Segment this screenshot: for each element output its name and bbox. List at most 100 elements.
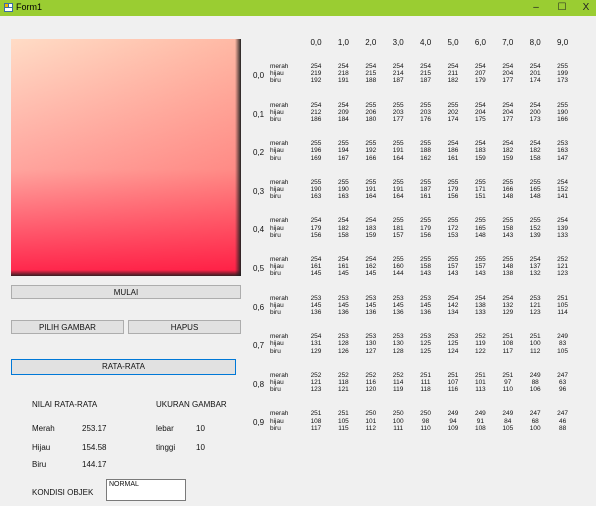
pixel-cell: 254 182 158 [331,217,355,239]
biru-value: 112 [365,424,376,432]
minimize-button[interactable]: – [524,0,548,16]
merah-value: 253 [529,294,541,302]
biru-value: 143 [420,270,432,278]
merah-value: 253 [447,333,459,341]
biru-value: 177 [502,77,514,85]
channel-label: hijau [270,186,284,193]
hijau-value: 98 [421,417,430,425]
pixel-cell: 254 219 192 [304,63,328,85]
hapus-button[interactable]: HAPUS [128,320,241,334]
hijau-value: 181 [392,224,404,232]
pixel-cell: 255 187 161 [414,179,438,201]
biru-value: 156 [447,193,459,201]
biru-value: 129 [502,309,514,316]
merah-value: 255 [557,63,569,70]
merah-value: 254 [310,63,322,70]
merah-value: 253 [337,294,349,302]
channel-label: merah [270,140,289,148]
hijau-value: 63 [558,379,567,386]
biru-value: 120 [365,386,377,394]
biru-value: 117 [502,347,513,355]
biru-value: 133 [557,231,569,239]
merah-value: 254 [529,256,541,263]
hijau-value: 161 [337,263,349,271]
merah-value: 249 [474,410,486,418]
merah-value: 255 [392,256,404,263]
hijau-value: 219 [310,70,322,78]
hijau-value: 194 [337,147,349,155]
hijau-value: 212 [310,108,322,116]
biru-value: 192 [310,77,322,85]
merah-value: 254 [420,63,432,70]
merah-value: 254 [310,101,322,109]
merah-value: 254 [502,63,514,70]
pixel-cell: 249 94 109 [441,410,465,432]
merah-value: 254 [447,294,459,302]
hijau-value: 182 [337,224,349,232]
hijau-value: 161 [310,263,322,271]
biru-value: 164 [392,154,404,162]
pixel-cell: 255 191 164 [386,140,410,162]
biru-value: 115 [338,424,349,432]
hijau-value: 94 [449,417,457,425]
biru-value: 177 [392,116,404,123]
biru-value: 105 [502,424,514,432]
biru-value: 136 [392,309,404,316]
biru-value: 143 [502,231,514,239]
biru-value: 119 [393,386,404,394]
merah-value: 255 [474,256,486,263]
merah-value: 255 [310,178,322,186]
merah-value: 255 [474,217,486,225]
merah-value: 255 [447,217,459,225]
channel-label: hijau [270,301,284,309]
pixel-cell: 254 218 191 [331,63,355,85]
biru-value: 128 [392,347,404,355]
merah-value: 255 [474,178,486,186]
biru-value: 153 [447,231,459,239]
pixel-cell: 251 101 113 [468,372,492,394]
pixel-cell: 253 125 124 [441,333,465,355]
maximize-button[interactable]: ☐ [550,0,574,16]
kondisi-objek-field[interactable]: NORMAL [106,479,186,501]
channel-label: biru [270,116,281,123]
pixel-cell: 255 148 138 [496,256,520,278]
hijau-value: 130 [392,340,404,348]
biru-value: 161 [447,154,459,162]
merah-value: 254 [310,333,322,341]
biru-value: 169 [310,154,322,162]
hijau-value: 131 [310,340,322,348]
biru-value: 105 [557,347,569,355]
hijau-value: 116 [365,379,376,386]
channel-labels: merah hijau biru [270,333,288,355]
column-header: 6,0 [474,38,486,47]
pixel-cell: 255 158 143 [496,217,520,239]
merah-value: 251 [337,410,349,418]
pilih-gambar-button[interactable]: PILIH GAMBAR [11,320,124,334]
pixel-cell: 253 128 126 [331,333,355,355]
close-button[interactable]: X [574,0,596,16]
biru-value: 88 [558,424,567,432]
pixel-cell: 255 190 163 [331,179,355,201]
preview-bottom-edge [11,270,241,276]
rata-rata-button[interactable]: RATA-RATA [11,359,236,375]
channel-label: biru [270,154,281,162]
hijau-value: 145 [392,301,404,309]
hijau-value: 190 [337,186,349,193]
hijau-value: 121 [310,379,322,386]
hijau-value: 191 [392,186,404,193]
biru-value: 138 [502,270,514,278]
merah-value: 254 [392,63,404,70]
hijau-value: 160 [392,263,404,271]
pixel-cell: 247 46 88 [551,410,575,432]
column-header: 1,0 [337,38,349,47]
mulai-button[interactable]: MULAI [11,285,241,299]
pixel-cell: 251 97 110 [496,372,520,394]
pixel-cell: 254 204 177 [496,102,520,124]
pixel-cell: 253 130 128 [386,333,410,355]
biru-value: 133 [474,309,486,316]
biru-value: 164 [392,193,404,201]
hijau-value: 179 [420,224,432,232]
hijau-value: 152 [529,224,541,232]
biru-value: 143 [447,270,459,278]
hijau-value: 204 [502,108,514,116]
